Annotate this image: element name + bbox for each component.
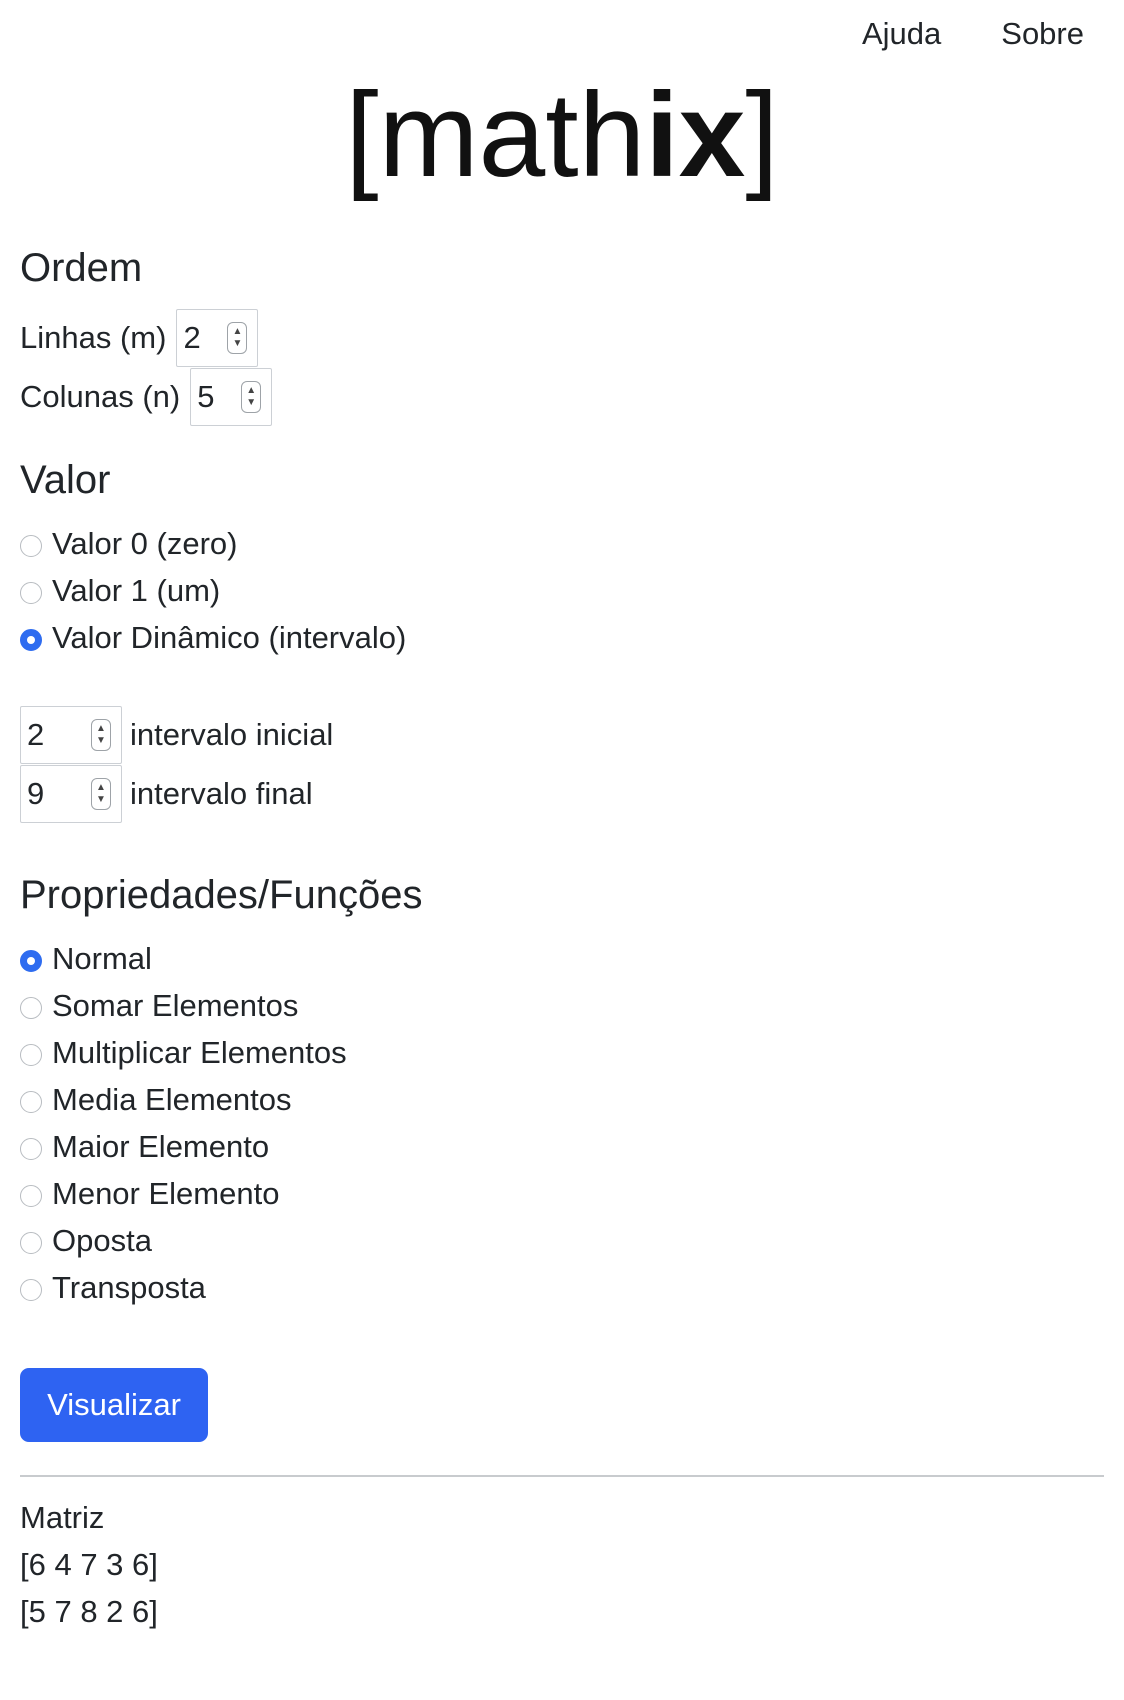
range-end-value: 9 [27,776,45,811]
props-radio-transpose[interactable] [20,1279,42,1301]
help-link[interactable]: Ajuda [862,16,941,52]
result-row: [6 4 7 3 6] [20,1547,158,1582]
props-radio-max[interactable] [20,1138,42,1160]
value-option-dynamic[interactable]: Valor Dinâmico (intervalo) [20,616,406,660]
range-start-input[interactable]: 2 ▲ ▼ [20,706,122,764]
props-radio-mean[interactable] [20,1091,42,1113]
rows-label: Linhas (m) [20,320,167,355]
cols-input-value: 5 [197,379,215,414]
range-start-field: 2 ▲ ▼ intervalo inicial [20,705,333,765]
props-option-label: Somar Elementos [52,988,299,1023]
value-radio-zero[interactable] [20,535,42,557]
result-title: Matriz [20,1500,105,1535]
props-radio-sum[interactable] [20,997,42,1019]
rows-field: Linhas (m) 2 ▲ ▼ [20,308,259,368]
props-option-label: Multiplicar Elementos [52,1035,347,1070]
rows-stepper-icon[interactable]: ▲ ▼ [227,322,248,354]
props-option-max[interactable]: Maior Elemento [20,1125,269,1169]
props-radio-min[interactable] [20,1185,42,1207]
props-option-multiply[interactable]: Multiplicar Elementos [20,1031,347,1075]
rows-input[interactable]: 2 ▲ ▼ [176,309,259,367]
result-row: [5 7 8 2 6] [20,1594,158,1629]
value-option-zero[interactable]: Valor 0 (zero) [20,522,238,566]
props-radio-normal[interactable] [20,950,42,972]
value-heading: Valor [20,458,111,502]
props-option-normal[interactable]: Normal [20,937,152,981]
range-end-input[interactable]: 9 ▲ ▼ [20,765,122,823]
cols-stepper-icon[interactable]: ▲ ▼ [241,381,262,413]
range-end-label: intervalo final [130,776,313,811]
props-option-label: Menor Elemento [52,1176,280,1211]
app-logo: [mathix] [0,60,1124,210]
props-option-transpose[interactable]: Transposta [20,1266,206,1310]
props-option-sum[interactable]: Somar Elementos [20,984,298,1028]
props-option-label: Media Elementos [52,1082,292,1117]
props-option-label: Normal [52,941,152,976]
props-heading: Propriedades/Funções [20,873,423,917]
range-start-value: 2 [27,717,45,752]
rows-input-value: 2 [183,320,201,355]
value-option-one[interactable]: Valor 1 (um) [20,569,220,613]
range-end-stepper-icon[interactable]: ▲ ▼ [91,778,111,810]
order-heading: Ordem [20,246,143,290]
value-option-label: Valor 1 (um) [52,573,221,608]
range-end-field: 9 ▲ ▼ intervalo final [20,764,313,824]
cols-input[interactable]: 5 ▲ ▼ [190,368,273,426]
range-start-stepper-icon[interactable]: ▲ ▼ [91,719,111,751]
props-radio-opposite[interactable] [20,1232,42,1254]
value-radio-one[interactable] [20,582,42,604]
logo-open-bracket: [ [345,68,379,202]
cols-label: Colunas (n) [20,379,181,414]
props-option-opposite[interactable]: Oposta [20,1219,152,1263]
props-option-label: Maior Elemento [52,1129,270,1164]
logo-text-light: math [378,68,646,202]
visualize-button[interactable]: Visualizar [20,1368,208,1442]
props-option-mean[interactable]: Media Elementos [20,1078,292,1122]
logo-close-bracket: ] [745,68,779,202]
props-option-label: Transposta [52,1270,206,1305]
value-radio-dynamic[interactable] [20,629,42,651]
range-start-label: intervalo inicial [130,717,334,752]
props-radio-multiply[interactable] [20,1044,42,1066]
cols-field: Colunas (n) 5 ▲ ▼ [20,367,273,427]
divider [20,1475,1104,1477]
logo-text-bold: ix [645,68,746,202]
props-option-min[interactable]: Menor Elemento [20,1172,279,1216]
value-option-label: Valor 0 (zero) [52,526,238,561]
value-option-label: Valor Dinâmico (intervalo) [52,620,407,655]
about-link[interactable]: Sobre [1001,16,1084,52]
top-nav: Ajuda Sobre [862,16,1084,52]
props-option-label: Oposta [52,1223,152,1258]
